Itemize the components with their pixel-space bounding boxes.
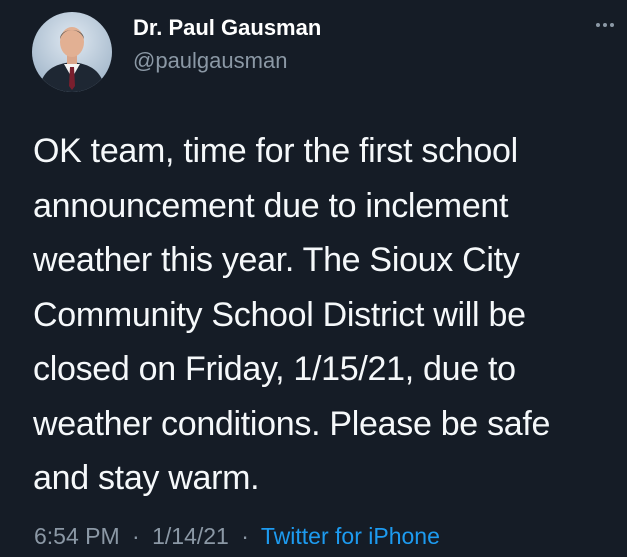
avatar[interactable]: [32, 12, 112, 92]
tweet-text: OK team, time for the first school annou…: [33, 124, 613, 506]
tweet-time[interactable]: 6:54 PM: [34, 523, 120, 549]
tweet-text-line: OK team, time for the first school: [33, 132, 518, 170]
tweet-meta: 6:54 PM · 1/14/21 · Twitter for iPhone: [34, 521, 440, 551]
profile-photo-icon: [32, 12, 112, 92]
author-handle[interactable]: @paulgausman: [133, 48, 553, 74]
tweet-text-line: announcement due to inclement: [33, 186, 509, 225]
tweet-source-link[interactable]: Twitter for iPhone: [261, 523, 440, 549]
tweet-text-line: weather this year. The Sioux City: [33, 241, 520, 279]
meta-separator: ·: [132, 523, 140, 549]
tweet-text-line: Community School District will be: [33, 295, 526, 334]
tweet-author: Dr. Paul Gausman @paulgausman: [133, 14, 553, 74]
meta-separator: ·: [241, 523, 249, 549]
tweet-card: Dr. Paul Gausman @paulgausman OK team, t…: [0, 0, 627, 557]
tweet-date[interactable]: 1/14/21: [152, 523, 229, 549]
tweet-text-line: closed on Friday, 1/15/21, due to: [33, 350, 516, 388]
tweet-text-line: weather conditions. Please be safe: [33, 404, 551, 443]
tweet-text-line: and stay warm.: [33, 459, 260, 497]
more-options-icon[interactable]: [591, 16, 619, 34]
author-display-name[interactable]: Dr. Paul Gausman: [133, 14, 553, 42]
